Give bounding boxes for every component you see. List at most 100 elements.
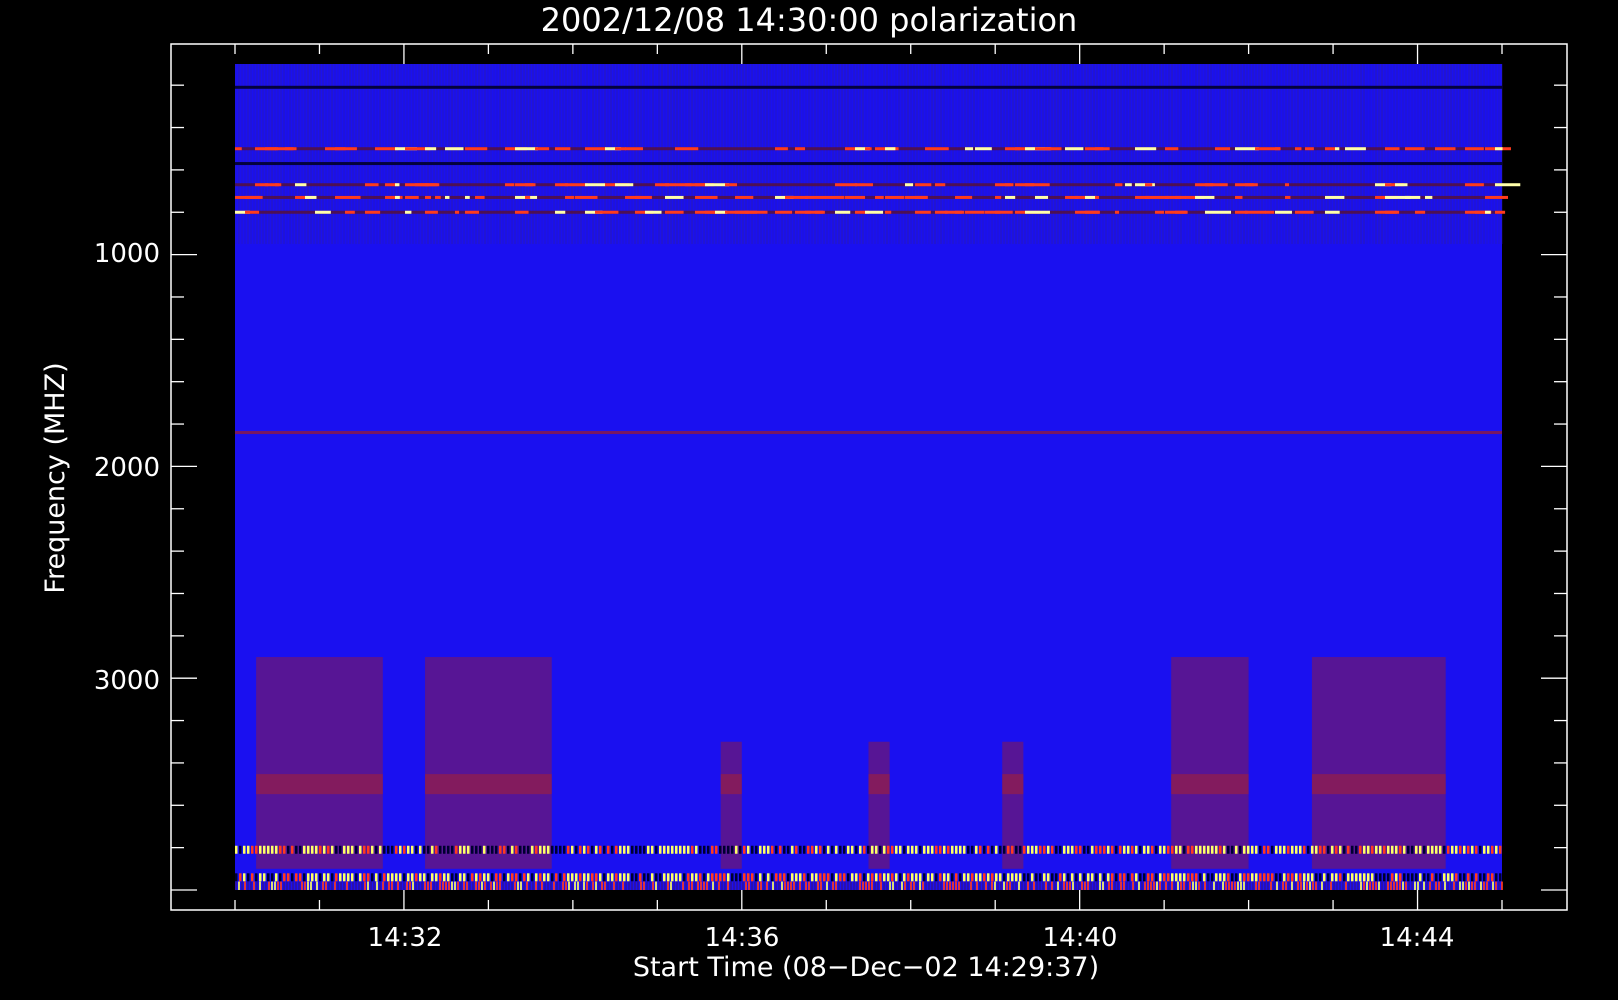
- rfi-segment: [763, 845, 766, 854]
- rfi-segment: [1423, 873, 1426, 882]
- noise-column: [835, 64, 837, 245]
- noise-column: [316, 881, 318, 890]
- noise-column: [952, 64, 954, 245]
- rfi-segment: [439, 845, 442, 854]
- noise-column: [1186, 881, 1188, 890]
- rfi-segment: [787, 873, 790, 882]
- rfi-segment: [555, 147, 571, 151]
- rfi-segment: [587, 845, 590, 854]
- noise-column: [520, 64, 522, 245]
- noise-column: [397, 64, 399, 245]
- rfi-segment: [451, 845, 454, 854]
- noise-column: [847, 881, 849, 890]
- noise-column: [574, 881, 576, 890]
- noise-column: [928, 881, 930, 890]
- rfi-segment: [1245, 183, 1258, 187]
- noise-column: [853, 64, 855, 245]
- noise-column: [580, 881, 582, 890]
- noise-column: [391, 881, 393, 890]
- rfi-segment: [671, 873, 674, 882]
- noise-column: [694, 881, 696, 890]
- noise-column: [940, 64, 942, 245]
- rfi-segment: [1487, 873, 1490, 882]
- noise-column: [1198, 881, 1200, 890]
- rfi-segment: [1155, 845, 1158, 854]
- noise-column: [598, 64, 600, 245]
- noise-column: [799, 64, 801, 245]
- noise-column: [565, 64, 567, 245]
- rfi-segment: [831, 873, 834, 882]
- noise-column: [1297, 64, 1299, 245]
- noise-column: [829, 64, 831, 245]
- rfi-segment: [1325, 210, 1340, 214]
- noise-column: [484, 64, 486, 245]
- noise-column: [1471, 881, 1473, 890]
- noise-column: [736, 64, 738, 245]
- noise-column: [298, 881, 300, 890]
- noise-column: [1159, 881, 1161, 890]
- noise-column: [1063, 881, 1065, 890]
- noise-column: [1321, 64, 1323, 245]
- rfi-segment: [1039, 845, 1042, 854]
- noise-column: [322, 64, 324, 245]
- noise-column: [295, 64, 297, 245]
- rfi-segment: [1223, 873, 1226, 882]
- rfi-segment: [1485, 195, 1509, 199]
- noise-column: [679, 64, 681, 245]
- rfi-segment: [651, 845, 654, 854]
- rfi-segment: [1095, 873, 1098, 882]
- noise-column: [1279, 64, 1281, 245]
- noise-column: [949, 881, 951, 890]
- noise-column: [958, 881, 960, 890]
- noise-column: [388, 64, 390, 245]
- noise-column: [394, 881, 396, 890]
- noise-column: [1237, 881, 1239, 890]
- rfi-segment: [347, 845, 350, 854]
- noise-column: [370, 881, 372, 890]
- noise-column: [1000, 881, 1002, 890]
- rfi-segment: [715, 873, 718, 882]
- noise-column: [1102, 881, 1104, 890]
- noise-column: [1036, 881, 1038, 890]
- noise-column: [1246, 881, 1248, 890]
- rfi-segment: [775, 873, 778, 882]
- rfi-segment: [1091, 845, 1094, 854]
- rfi-segment: [547, 873, 550, 882]
- rfi-segment: [1355, 873, 1358, 882]
- x-tick-label: 14:36: [705, 923, 780, 953]
- noise-column: [466, 881, 468, 890]
- rfi-segment: [511, 845, 514, 854]
- rfi-segment: [1111, 873, 1114, 882]
- noise-column: [355, 881, 357, 890]
- noise-column: [964, 881, 966, 890]
- noise-column: [724, 881, 726, 890]
- noise-column: [1363, 64, 1365, 245]
- rfi-segment: [1115, 873, 1118, 882]
- noise-column: [718, 881, 720, 890]
- noise-column: [1018, 881, 1020, 890]
- rfi-segment: [675, 845, 678, 854]
- noise-column: [862, 881, 864, 890]
- rfi-segment: [659, 873, 662, 882]
- rfi-segment: [1351, 873, 1354, 882]
- noise-column: [757, 64, 759, 245]
- rfi-segment: [551, 845, 554, 854]
- rfi-segment: [343, 845, 346, 854]
- rfi-segment: [855, 183, 873, 187]
- noise-column: [1396, 64, 1398, 245]
- rfi-segment: [1343, 845, 1346, 854]
- rfi-segment: [883, 873, 886, 882]
- noise-column: [1426, 881, 1428, 890]
- noise-column: [1411, 64, 1413, 245]
- noise-column: [1117, 64, 1119, 245]
- rfi-segment: [1131, 873, 1134, 882]
- noise-column: [772, 64, 774, 245]
- noise-column: [1483, 881, 1485, 890]
- rfi-segment: [1343, 873, 1346, 882]
- noise-column: [1336, 64, 1338, 245]
- rfi-segment: [303, 873, 306, 882]
- rfi-segment: [1125, 183, 1132, 187]
- rfi-segment: [1005, 183, 1011, 187]
- noise-column: [1033, 881, 1035, 890]
- noise-column: [427, 881, 429, 890]
